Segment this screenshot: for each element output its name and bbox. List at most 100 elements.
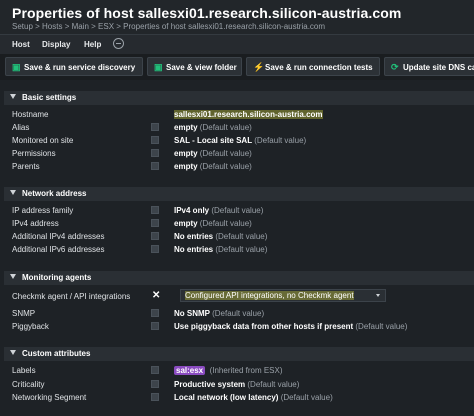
piggyback-checkbox[interactable] [151,322,159,330]
row-hostname: Hostname sallesxi01.research.silicon-aus… [4,108,474,121]
lightning-icon: ⚡ [253,62,265,72]
alias-label: Alias [12,123,30,132]
row-networking-segment: Networking Segment Local network (low la… [4,391,474,404]
chevron-down-icon [376,294,380,297]
default-value-note: (Default value) [247,380,300,389]
permissions-text: empty [174,149,198,158]
default-value-note: (Default value) [199,149,252,158]
snmp-checkbox[interactable] [151,309,159,317]
labels-label: Labels [12,366,36,375]
checkmk-agent-selected: Configured API integrations, no Checkmk … [185,291,354,300]
snmp-value: No SNMP (Default value) [174,309,264,318]
additional-ipv4-checkbox[interactable] [151,232,159,240]
ip-family-checkbox[interactable] [151,206,159,214]
ipv4-checkbox[interactable] [151,219,159,227]
row-monitored-site: Monitored on site SAL - Local site SAL (… [4,134,474,147]
alias-checkbox[interactable] [151,123,159,131]
hostname-value: sallesxi01.research.silicon-austria.com [174,110,323,119]
collapse-arrow-icon [10,274,16,279]
menu-display[interactable]: Display [42,40,70,49]
toolbar: ▣ Save & run service discovery ▣ Save & … [0,54,474,80]
alias-value: empty (Default value) [174,123,252,132]
monitored-site-value: SAL - Local site SAL (Default value) [174,136,306,145]
additional-ipv4-label: Additional IPv4 addresses [12,232,105,241]
parents-text: empty [174,162,198,171]
default-value-note: (Default value) [199,162,252,171]
default-value-note: (Default value) [199,123,252,132]
minus-circle-icon[interactable] [113,38,124,49]
ip-family-label: IP address family [12,206,74,215]
additional-ipv6-label: Additional IPv6 addresses [12,245,105,254]
inherited-note: (Inherited from ESX) [209,366,283,375]
section-title: Monitoring agents [22,273,92,282]
piggyback-text: Use piggyback data from other hosts if p… [174,322,354,331]
save-icon: ▣ [12,62,21,72]
piggyback-value: Use piggyback data from other hosts if p… [174,322,407,331]
ipv4-label: IPv4 address [12,219,59,228]
monitored-site-label: Monitored on site [12,136,74,145]
save-view-folder-label: Save & view folder [166,63,237,72]
save-run-tests-label: Save & run connection tests [265,63,373,72]
row-alias: Alias empty (Default value) [4,121,474,134]
section-header-basic[interactable]: Basic settings [4,91,474,105]
save-run-discovery-button[interactable]: ▣ Save & run service discovery [5,57,143,76]
ip-family-value: IPv4 only (Default value) [174,206,263,215]
labels-checkbox[interactable] [151,366,159,374]
checked-x-icon[interactable]: ✕ [152,290,160,301]
alias-text: empty [174,123,198,132]
networking-segment-text: Local network (low latency) [174,393,279,402]
default-value-note: (Default value) [254,136,307,145]
permissions-label: Permissions [12,149,56,158]
checkmk-agent-select[interactable]: Configured API integrations, no Checkmk … [180,289,386,302]
title-bar: Properties of host sallesxi01.research.s… [0,0,474,34]
label-chip[interactable]: sal:esx [174,366,206,375]
menu-host[interactable]: Host [12,40,30,49]
section-header-network[interactable]: Network address [4,187,474,201]
row-additional-ipv6: Additional IPv6 addresses No entries (De… [4,243,474,256]
default-value-note: (Default value) [215,232,268,241]
save-run-tests-button[interactable]: ⚡ Save & run connection tests [246,57,380,76]
labels-value: sal:esx (Inherited from ESX) [174,366,283,375]
ipv4-value: empty (Default value) [174,219,252,228]
menu-help[interactable]: Help [84,40,101,49]
additional-ipv6-text: No entries [174,245,214,254]
default-value-note: (Default value) [212,309,265,318]
section-header-custom[interactable]: Custom attributes [4,347,474,361]
monitored-site-checkbox[interactable] [151,136,159,144]
networking-segment-checkbox[interactable] [151,393,159,401]
row-ipv4: IPv4 address empty (Default value) [4,217,474,230]
row-piggyback: Piggyback Use piggyback data from other … [4,320,474,333]
section-title: Custom attributes [22,349,91,358]
permissions-checkbox[interactable] [151,149,159,157]
additional-ipv6-checkbox[interactable] [151,245,159,253]
page-title: Properties of host sallesxi01.research.s… [12,5,402,21]
criticality-text: Productive system [174,380,246,389]
parents-label: Parents [12,162,40,171]
default-value-note: (Default value) [215,245,268,254]
collapse-arrow-icon [10,94,16,99]
default-value-note: (Default value) [199,219,252,228]
save-view-folder-button[interactable]: ▣ Save & view folder [147,57,242,76]
row-ip-family: IP address family IPv4 only (Default val… [4,204,474,217]
default-value-note: (Default value) [211,206,264,215]
section-header-monitoring[interactable]: Monitoring agents [4,271,474,285]
breadcrumb[interactable]: Setup > Hosts > Main > ESX > Properties … [12,22,325,31]
menu-bar: Host Display Help [0,34,474,55]
section-title: Network address [22,189,87,198]
networking-segment-label: Networking Segment [12,393,87,402]
row-additional-ipv4: Additional IPv4 addresses No entries (De… [4,230,474,243]
criticality-checkbox[interactable] [151,380,159,388]
hostname-text: sallesxi01.research.silicon-austria.com [174,110,323,119]
update-dns-cache-button[interactable]: ⟳ Update site DNS ca [384,57,474,76]
row-snmp: SNMP No SNMP (Default value) [4,307,474,320]
default-value-note: (Default value) [280,393,333,402]
ipv4-text: empty [174,219,198,228]
row-permissions: Permissions empty (Default value) [4,147,474,160]
snmp-text: No SNMP [174,309,210,318]
snmp-label: SNMP [12,309,36,318]
parents-checkbox[interactable] [151,162,159,170]
row-parents: Parents empty (Default value) [4,160,474,173]
networking-segment-value: Local network (low latency) (Default val… [174,393,333,402]
piggyback-label: Piggyback [12,322,49,331]
monitored-site-text: SAL - Local site SAL [174,136,252,145]
